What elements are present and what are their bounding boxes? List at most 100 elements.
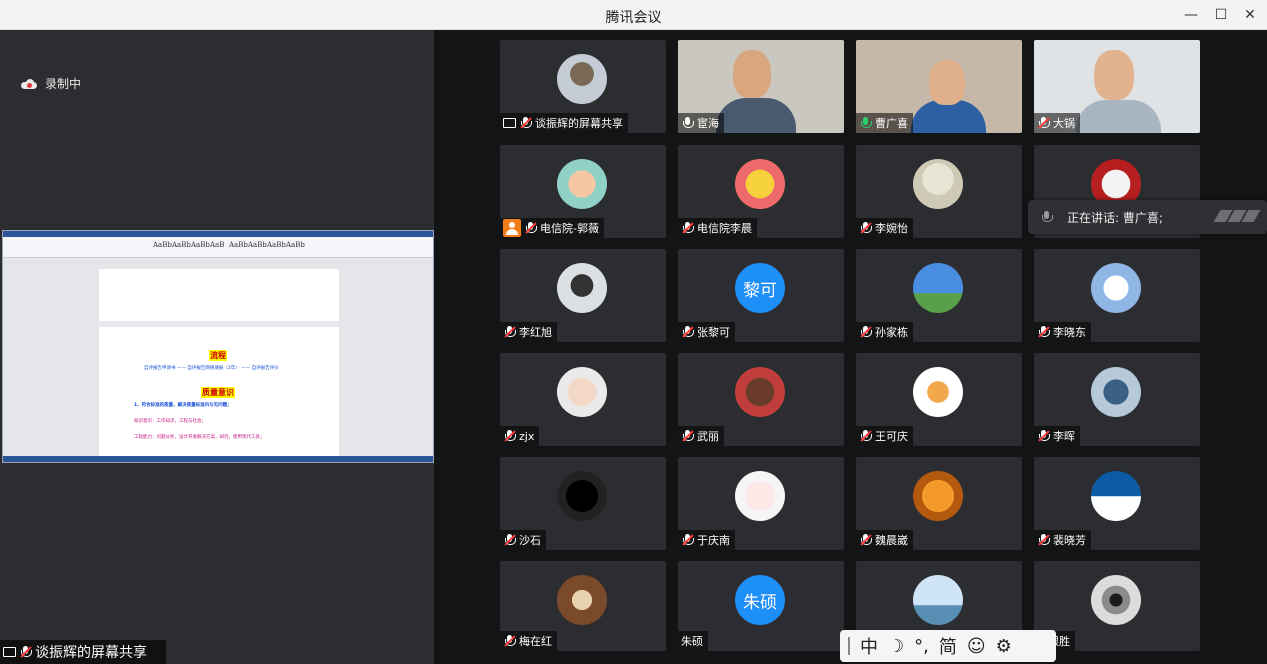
participant-nametag: 王可庆 bbox=[856, 426, 913, 446]
participant-avatar bbox=[557, 367, 607, 417]
participant-nametag: 曹广喜 bbox=[856, 113, 913, 133]
participant-name: 朱硕 bbox=[681, 635, 703, 648]
participant-tile[interactable]: 朱硕 朱硕 bbox=[678, 561, 844, 651]
participant-tile[interactable]: 王可庆 bbox=[856, 353, 1022, 446]
participant-nametag: 于庆南 bbox=[678, 530, 735, 550]
participant-tile[interactable]: 黎可 张黎可 bbox=[678, 249, 844, 342]
document-page: 流程 自评报告申请书 —— 自评报告网络填报（2年） —— 自评报告评价 质量意… bbox=[99, 269, 339, 459]
participant-name: 王可庆 bbox=[875, 430, 908, 443]
mic-muted-icon bbox=[859, 429, 872, 443]
participant-avatar bbox=[735, 471, 785, 521]
participant-tile[interactable]: zjx bbox=[500, 353, 666, 446]
participant-nametag: 李红旭 bbox=[500, 322, 557, 342]
participant-avatar: 朱硕 bbox=[735, 575, 785, 625]
minimize-button[interactable]: — bbox=[1180, 4, 1202, 26]
ime-grip[interactable] bbox=[848, 637, 850, 655]
maximize-button[interactable]: ☐ bbox=[1210, 4, 1232, 26]
screen-share-icon bbox=[3, 647, 16, 657]
participant-nametag: 武丽 bbox=[678, 426, 724, 446]
mic-muted-icon bbox=[503, 429, 516, 443]
doc-line-1: 1、符合标准的质量，解决质量标准内与无问题； bbox=[134, 403, 232, 408]
participant-avatar bbox=[913, 575, 963, 625]
screen-share-icon bbox=[503, 118, 516, 128]
participant-name: 宦海 bbox=[697, 117, 719, 130]
mic-muted-icon bbox=[859, 325, 872, 339]
participant-tile[interactable]: 电信院李晨 bbox=[678, 145, 844, 238]
ime-toolbar[interactable]: 中 ☽ °, 简 ☺ ⚙ bbox=[840, 630, 1056, 662]
participant-tile[interactable]: 于庆南 bbox=[678, 457, 844, 550]
simplified-toggle[interactable]: 简 bbox=[939, 633, 957, 659]
mic-muted-icon bbox=[681, 325, 694, 339]
participant-tile[interactable]: 武丽 bbox=[678, 353, 844, 446]
participant-avatar bbox=[557, 263, 607, 313]
participant-name: 曹广喜 bbox=[875, 117, 908, 130]
participant-avatar bbox=[1091, 263, 1141, 313]
participant-nametag: 宦海 bbox=[678, 113, 724, 133]
cloud-record-icon bbox=[21, 78, 37, 89]
ime-language-toggle[interactable]: 中 bbox=[860, 633, 878, 659]
participant-nametag: 李晖 bbox=[1034, 426, 1080, 446]
participant-tile[interactable]: 魏晨崴 bbox=[856, 457, 1022, 550]
mic-muted-icon bbox=[503, 325, 516, 339]
recording-indicator[interactable]: 录制中 bbox=[21, 75, 81, 92]
participant-name: 李晓东 bbox=[1053, 326, 1086, 339]
mic-muted-icon bbox=[503, 634, 516, 648]
settings-icon[interactable]: ⚙ bbox=[996, 636, 1012, 657]
word-statusbar bbox=[3, 456, 433, 462]
participant-avatar bbox=[913, 367, 963, 417]
participant-avatar bbox=[1091, 575, 1141, 625]
participant-tile[interactable]: 张银胜 bbox=[1034, 561, 1200, 651]
emoji-icon[interactable]: ☺ bbox=[967, 636, 986, 657]
participant-name: 梅在红 bbox=[519, 635, 552, 648]
participant-tile[interactable]: 梅在红 bbox=[500, 561, 666, 651]
doc-heading-flow: 流程 bbox=[209, 350, 227, 361]
mic-muted-icon bbox=[681, 221, 694, 235]
participant-tile[interactable]: 电信院-郭薇 bbox=[500, 145, 666, 238]
participant-avatar bbox=[557, 159, 607, 209]
mic-icon bbox=[859, 116, 872, 130]
participant-avatar bbox=[557, 54, 607, 104]
participant-tile[interactable]: 裴晓芳 bbox=[1034, 457, 1200, 550]
participant-tile[interactable]: 李晓东 bbox=[1034, 249, 1200, 342]
participant-tile[interactable]: 曹广喜 bbox=[856, 40, 1022, 133]
participant-name: 沙石 bbox=[519, 534, 541, 547]
mic-muted-icon bbox=[19, 645, 32, 659]
participant-avatar bbox=[913, 263, 963, 313]
participant-tile[interactable]: 李晖 bbox=[1034, 353, 1200, 446]
participant-tile[interactable]: 李红旭 bbox=[500, 249, 666, 342]
participant-name: 电信院-郭薇 bbox=[540, 222, 599, 235]
participant-tile[interactable]: 沙石 bbox=[500, 457, 666, 550]
participant-nametag: 孙家栋 bbox=[856, 322, 913, 342]
mic-muted-icon bbox=[859, 533, 872, 547]
mic-muted-icon bbox=[1037, 533, 1050, 547]
participant-nametag: 梅在红 bbox=[500, 631, 557, 651]
participant-name: 于庆南 bbox=[697, 534, 730, 547]
title-bar: 腾讯会议 — ☐ ✕ bbox=[0, 0, 1267, 30]
moon-icon[interactable]: ☽ bbox=[888, 636, 904, 657]
participant-nametag: 大锅 bbox=[1034, 113, 1080, 133]
mic-muted-icon bbox=[681, 533, 694, 547]
close-button[interactable]: ✕ bbox=[1239, 4, 1261, 26]
participant-tile[interactable]: 孙家栋 bbox=[856, 249, 1022, 342]
participant-nametag: 朱硕 bbox=[678, 631, 708, 651]
speaking-indicator: 正在讲话: 曹广喜; bbox=[1028, 200, 1267, 234]
mic-muted-icon bbox=[524, 221, 537, 235]
participant-nametag: 张黎可 bbox=[678, 322, 735, 342]
participant-tile[interactable]: 李婉怡 bbox=[856, 145, 1022, 238]
participant-name: 李红旭 bbox=[519, 326, 552, 339]
participant-nametag: 电信院李晨 bbox=[678, 218, 757, 238]
mic-icon bbox=[681, 116, 694, 130]
participant-tile[interactable]: 宦海 bbox=[678, 40, 844, 133]
punctuation-toggle[interactable]: °, bbox=[914, 636, 929, 657]
participant-avatar: 黎可 bbox=[735, 263, 785, 313]
window-title: 腾讯会议 bbox=[605, 10, 662, 26]
doc-line-2: 知识意识：工作知识，工程与社会； bbox=[134, 419, 206, 424]
participant-name: 大锅 bbox=[1053, 117, 1075, 130]
participant-avatar bbox=[1091, 471, 1141, 521]
participant-tile[interactable]: 谈振辉的屏幕共享 bbox=[500, 40, 666, 133]
participant-nametag: zjx bbox=[500, 426, 540, 446]
shared-document-view[interactable]: AaBb AaBb AaBb AaB AaBb AaBb AaBb AaBb 流程 自评报告申… bbox=[2, 230, 434, 463]
participant-tile[interactable]: 大锅 bbox=[1034, 40, 1200, 133]
participant-name: zjx bbox=[519, 429, 535, 443]
participant-name: 谈振辉的屏幕共享 bbox=[535, 117, 623, 130]
